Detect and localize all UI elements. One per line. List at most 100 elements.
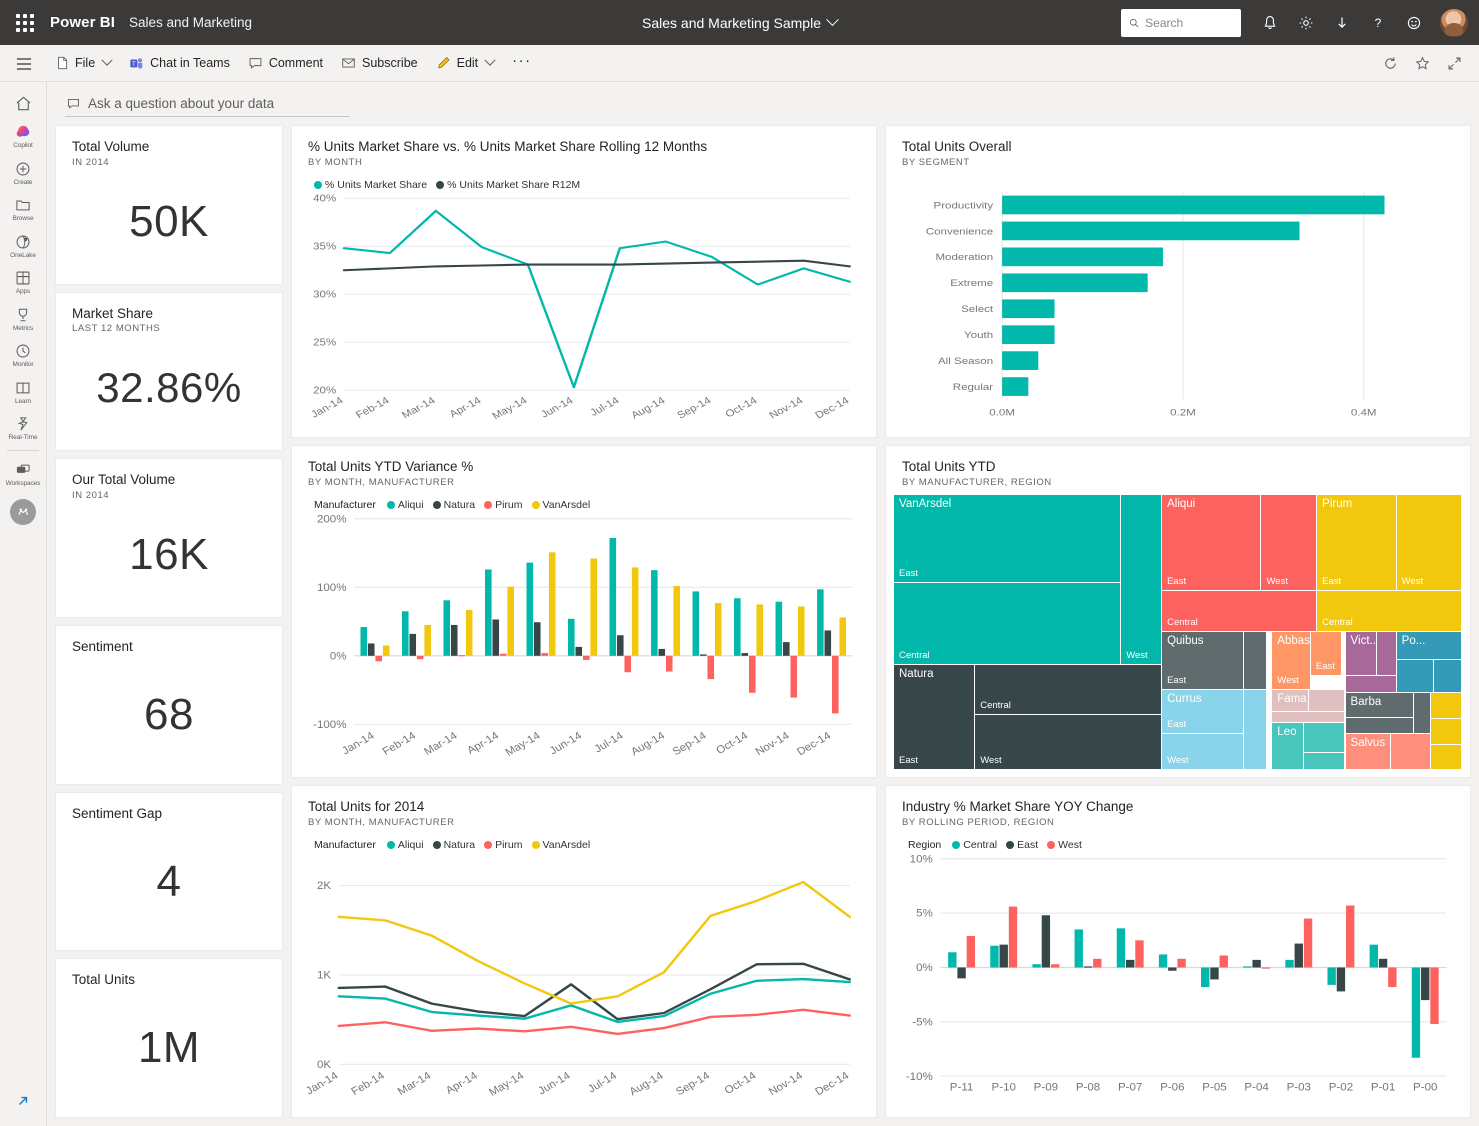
chart-tile-treemap[interactable]: Total Units YTD BY MANUFACTURER, REGION … xyxy=(885,445,1471,778)
brand-title[interactable]: Power BI xyxy=(50,14,115,31)
treemap-tile[interactable] xyxy=(1430,745,1461,769)
chart-tile-market-share-line[interactable]: % Units Market Share vs. % Units Market … xyxy=(291,125,877,438)
sidebar-item-copilot[interactable]: Copilot xyxy=(0,117,47,154)
treemap-tile[interactable]: Leo xyxy=(1272,723,1304,769)
feedback-icon[interactable] xyxy=(1397,6,1431,40)
kpi-tile-total-units[interactable]: Total Units 1M xyxy=(55,958,283,1119)
download-icon[interactable] xyxy=(1325,6,1359,40)
treemap-tile[interactable] xyxy=(1430,719,1461,745)
workspace-avatar[interactable] xyxy=(10,499,36,525)
search-input[interactable] xyxy=(1145,15,1233,30)
legend-item[interactable]: Natura xyxy=(432,499,475,511)
sidebar-item-real-time[interactable]: Real-Time xyxy=(0,409,47,446)
legend-item[interactable]: Central xyxy=(952,839,997,851)
treemap-tile[interactable]: Abbas West xyxy=(1272,632,1310,690)
chart-tile-total-units-overall[interactable]: Total Units Overall BY SEGMENT 0.0M 0.2M 0… xyxy=(885,125,1471,438)
sidebar-item-onelake[interactable]: OneLake xyxy=(0,227,47,264)
legend-item[interactable]: % Units Market Share R12M xyxy=(436,179,580,191)
legend-item[interactable]: Pirum xyxy=(484,839,523,851)
legend-item[interactable]: VanArsdel xyxy=(531,839,590,851)
legend-item[interactable]: West xyxy=(1047,839,1082,851)
treemap-tile[interactable]: Po... xyxy=(1396,632,1461,659)
treemap-tile[interactable] xyxy=(1272,712,1344,723)
legend-item[interactable]: % Units Market Share xyxy=(314,179,427,191)
treemap-tile[interactable]: Pirum East xyxy=(1317,494,1396,590)
treemap-tile[interactable]: West xyxy=(1162,734,1244,769)
sidebar-item-learn[interactable]: Learn xyxy=(0,373,47,410)
toolbar-item-more[interactable]: ··· xyxy=(503,47,541,79)
toolbar-item-subscribe[interactable]: Subscribe xyxy=(332,51,427,75)
favorite-star-icon[interactable] xyxy=(1411,52,1433,74)
sidebar-item-browse[interactable]: Browse xyxy=(0,190,47,227)
qna-bar[interactable] xyxy=(65,94,350,117)
toolbar-item-comment[interactable]: Comment xyxy=(239,51,332,75)
chart-tile-industry-yoy[interactable]: Industry % Market Share YOY Change BY RO… xyxy=(885,785,1471,1118)
treemap-tile[interactable]: Central xyxy=(894,582,1121,665)
sidebar-item-create[interactable]: Create xyxy=(0,154,47,191)
global-search[interactable] xyxy=(1121,8,1241,37)
treemap-tile[interactable]: Aliqui East xyxy=(1162,494,1261,590)
treemap-tile[interactable] xyxy=(1413,692,1430,734)
treemap-tile[interactable]: Currus East xyxy=(1162,690,1244,734)
legend-item[interactable]: Aliqui xyxy=(386,499,424,511)
sidebar-item-home[interactable] xyxy=(0,82,47,117)
sidebar-item-metrics[interactable]: Metrics xyxy=(0,300,47,337)
treemap-tile[interactable] xyxy=(1430,692,1461,719)
chart-tile-ytd-variance[interactable]: Total Units YTD Variance % BY MONTH, MAN… xyxy=(291,445,877,778)
treemap-tile[interactable]: West xyxy=(975,714,1162,769)
treemap-tile[interactable]: Central xyxy=(975,665,1162,714)
toolbar-item-edit[interactable]: Edit xyxy=(427,51,504,75)
treemap-tile[interactable] xyxy=(1376,632,1396,676)
kpi-tile-sentiment-gap[interactable]: Sentiment Gap 4 xyxy=(55,791,283,952)
kpi-tile-sentiment[interactable]: Sentiment 68 xyxy=(55,625,283,785)
legend-item[interactable]: Aliqui xyxy=(386,839,424,851)
treemap-tile[interactable]: Central xyxy=(1317,590,1461,632)
legend-item[interactable]: Pirum xyxy=(484,499,523,511)
legend-item[interactable]: East xyxy=(1006,839,1038,851)
treemap-tile[interactable] xyxy=(1391,734,1430,769)
treemap-tile[interactable]: Quibus East xyxy=(1162,632,1244,690)
treemap-tile[interactable]: Vict... xyxy=(1345,632,1376,676)
notifications-icon[interactable] xyxy=(1253,6,1287,40)
treemap-tile[interactable]: West xyxy=(1261,494,1317,590)
sidebar-item-monitor[interactable]: Monitor xyxy=(0,336,47,373)
app-launcher-icon[interactable] xyxy=(10,8,40,38)
treemap-tile[interactable]: West xyxy=(1396,494,1461,590)
kpi-tile-total-volume[interactable]: Total Volume IN 2014 50K xyxy=(55,125,283,285)
expand-rail-icon[interactable] xyxy=(0,1084,47,1118)
treemap-tile[interactable] xyxy=(1345,676,1396,692)
treemap-tile[interactable]: Fama xyxy=(1272,690,1309,712)
chart-tile-total-units-2014[interactable]: Total Units for 2014 BY MONTH, MANUFACTU… xyxy=(291,785,877,1118)
fullscreen-icon[interactable] xyxy=(1443,52,1465,74)
treemap-tile[interactable] xyxy=(1304,753,1344,769)
treemap-tile[interactable]: Natura East xyxy=(894,665,975,769)
sidebar-item-apps[interactable]: Apps xyxy=(0,263,47,300)
hamburger-menu-icon[interactable] xyxy=(0,45,47,82)
toolbar-item-chat-in-teams[interactable]: T Chat in Teams xyxy=(120,51,239,75)
help-icon[interactable]: ? xyxy=(1361,6,1395,40)
legend-item[interactable]: Natura xyxy=(432,839,475,851)
settings-icon[interactable] xyxy=(1289,6,1323,40)
treemap-tile[interactable]: Barba xyxy=(1345,692,1413,717)
treemap-tile[interactable]: Central xyxy=(1162,590,1317,632)
report-title-button[interactable]: Sales and Marketing Sample xyxy=(642,13,839,31)
refresh-icon[interactable] xyxy=(1379,52,1401,74)
treemap-tile[interactable]: West xyxy=(1121,494,1162,665)
toolbar-item-file[interactable]: File xyxy=(47,51,120,75)
qna-input[interactable] xyxy=(87,96,350,111)
user-avatar[interactable] xyxy=(1439,7,1469,38)
treemap-tile[interactable] xyxy=(1433,659,1461,692)
treemap-tile[interactable] xyxy=(1244,690,1267,769)
legend-item[interactable]: VanArsdel xyxy=(531,499,590,511)
kpi-tile-market-share[interactable]: Market Share LAST 12 MONTHS 32.86% xyxy=(55,291,283,452)
treemap-tile[interactable] xyxy=(1345,717,1413,734)
treemap-tile[interactable]: VanArsdel East xyxy=(894,494,1121,582)
kpi-tile-our-total-volume[interactable]: Our Total Volume IN 2014 16K xyxy=(55,458,283,619)
treemap-tile[interactable] xyxy=(1244,632,1267,690)
treemap-tile[interactable] xyxy=(1304,723,1344,753)
treemap-tile[interactable]: East xyxy=(1310,632,1342,676)
sidebar-item-workspaces[interactable]: Workspaces xyxy=(0,455,47,492)
treemap-tile[interactable] xyxy=(1309,690,1344,712)
workspace-name[interactable]: Sales and Marketing xyxy=(129,15,252,30)
treemap-tile[interactable] xyxy=(1396,659,1433,692)
